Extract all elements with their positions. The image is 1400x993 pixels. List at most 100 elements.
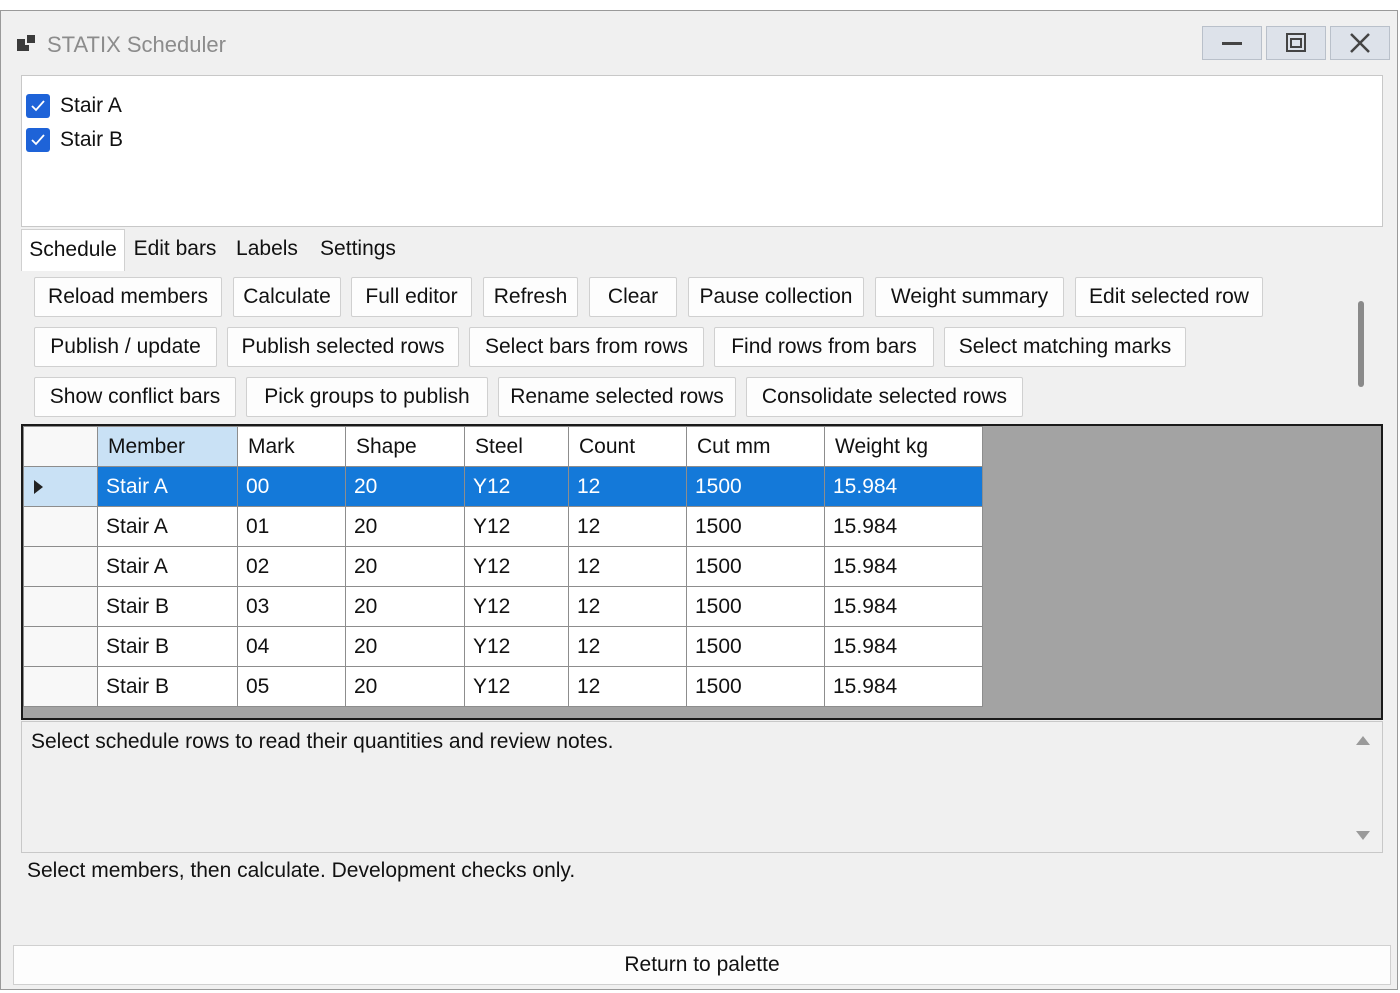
cell-mark[interactable]: 00 xyxy=(237,466,346,507)
cell-member[interactable]: Stair A xyxy=(97,506,238,547)
column-header-shape[interactable]: Shape xyxy=(345,426,465,467)
restore-button[interactable] xyxy=(1266,26,1326,60)
cell-mark[interactable]: 05 xyxy=(237,666,346,707)
cell-shape[interactable]: 20 xyxy=(345,466,465,507)
cell-mark[interactable]: 01 xyxy=(237,506,346,547)
close-button[interactable] xyxy=(1330,26,1390,60)
cell-cut-mm[interactable]: 1500 xyxy=(686,506,825,547)
column-header-member[interactable]: Member xyxy=(97,426,238,467)
cell-count[interactable]: 12 xyxy=(568,586,687,627)
cell-shape[interactable]: 20 xyxy=(345,506,465,547)
member-item-stair-b[interactable]: Stair B xyxy=(26,126,123,154)
table-row[interactable]: Stair A 02 20 Y12 12 1500 15.984 xyxy=(23,546,983,587)
find-rows-from-bars-button[interactable]: Find rows from bars xyxy=(714,327,934,367)
tab-settings[interactable]: Settings xyxy=(311,229,405,269)
cell-count[interactable]: 12 xyxy=(568,506,687,547)
show-conflict-bars-button[interactable]: Show conflict bars xyxy=(34,377,236,417)
grid-corner-cell[interactable] xyxy=(23,426,98,467)
cell-member[interactable]: Stair B xyxy=(97,626,238,667)
member-checkbox[interactable] xyxy=(26,94,50,118)
column-header-steel[interactable]: Steel xyxy=(464,426,569,467)
toolbar-scrollbar[interactable] xyxy=(1358,301,1364,387)
cell-mark[interactable]: 03 xyxy=(237,586,346,627)
cell-mark[interactable]: 02 xyxy=(237,546,346,587)
title-bar[interactable]: STATIX Scheduler xyxy=(1,11,1397,71)
row-header[interactable] xyxy=(23,626,98,667)
cell-weight-kg[interactable]: 15.984 xyxy=(824,666,983,707)
publish-update-button[interactable]: Publish / update xyxy=(34,327,217,367)
column-header-weight-kg[interactable]: Weight kg xyxy=(824,426,983,467)
cell-steel[interactable]: Y12 xyxy=(464,586,569,627)
pick-groups-to-publish-button[interactable]: Pick groups to publish xyxy=(246,377,488,417)
clear-button[interactable]: Clear xyxy=(589,277,677,317)
refresh-button[interactable]: Refresh xyxy=(483,277,578,317)
publish-selected-rows-button[interactable]: Publish selected rows xyxy=(227,327,459,367)
select-bars-from-rows-button[interactable]: Select bars from rows xyxy=(469,327,704,367)
weight-summary-button[interactable]: Weight summary xyxy=(875,277,1064,317)
table-row[interactable]: Stair A 00 20 Y12 12 1500 15.984 xyxy=(23,466,983,507)
cell-steel[interactable]: Y12 xyxy=(464,626,569,667)
cell-steel[interactable]: Y12 xyxy=(464,466,569,507)
minimize-icon xyxy=(1222,42,1242,45)
cell-cut-mm[interactable]: 1500 xyxy=(686,666,825,707)
cell-weight-kg[interactable]: 15.984 xyxy=(824,626,983,667)
cell-weight-kg[interactable]: 15.984 xyxy=(824,466,983,507)
schedule-grid[interactable]: Member Mark Shape Steel Count Cut mm Wei… xyxy=(21,424,1383,720)
cell-shape[interactable]: 20 xyxy=(345,626,465,667)
row-header[interactable] xyxy=(23,546,98,587)
table-row[interactable]: Stair B 05 20 Y12 12 1500 15.984 xyxy=(23,666,983,707)
calculate-button[interactable]: Calculate xyxy=(233,277,341,317)
cell-steel[interactable]: Y12 xyxy=(464,506,569,547)
cell-weight-kg[interactable]: 15.984 xyxy=(824,546,983,587)
pause-collection-button[interactable]: Pause collection xyxy=(688,277,864,317)
cell-weight-kg[interactable]: 15.984 xyxy=(824,586,983,627)
select-matching-marks-button[interactable]: Select matching marks xyxy=(944,327,1186,367)
cell-cut-mm[interactable]: 1500 xyxy=(686,586,825,627)
scroll-down-arrow-icon[interactable] xyxy=(1356,831,1370,840)
tab-schedule[interactable]: Schedule xyxy=(21,229,125,271)
row-header[interactable] xyxy=(23,586,98,627)
cell-member[interactable]: Stair B xyxy=(97,586,238,627)
cell-cut-mm[interactable]: 1500 xyxy=(686,626,825,667)
rename-selected-rows-button[interactable]: Rename selected rows xyxy=(498,377,736,417)
member-item-stair-a[interactable]: Stair A xyxy=(26,92,122,120)
consolidate-selected-rows-button[interactable]: Consolidate selected rows xyxy=(746,377,1023,417)
column-header-cut-mm[interactable]: Cut mm xyxy=(686,426,825,467)
tab-edit-bars[interactable]: Edit bars xyxy=(127,229,223,269)
cell-count[interactable]: 12 xyxy=(568,546,687,587)
cell-steel[interactable]: Y12 xyxy=(464,666,569,707)
column-header-mark[interactable]: Mark xyxy=(237,426,346,467)
full-editor-button[interactable]: Full editor xyxy=(351,277,472,317)
edit-selected-row-button[interactable]: Edit selected row xyxy=(1075,277,1263,317)
minimize-button[interactable] xyxy=(1202,26,1262,60)
table-row[interactable]: Stair B 04 20 Y12 12 1500 15.984 xyxy=(23,626,983,667)
cell-cut-mm[interactable]: 1500 xyxy=(686,466,825,507)
cell-mark[interactable]: 04 xyxy=(237,626,346,667)
row-header[interactable] xyxy=(23,466,98,507)
tab-labels[interactable]: Labels xyxy=(225,229,309,269)
member-list[interactable]: Stair A Stair B xyxy=(21,75,1383,227)
cell-shape[interactable]: 20 xyxy=(345,546,465,587)
notes-panel[interactable]: Select schedule rows to read their quant… xyxy=(21,721,1383,853)
cell-member[interactable]: Stair B xyxy=(97,666,238,707)
cell-member[interactable]: Stair A xyxy=(97,546,238,587)
table-row[interactable]: Stair B 03 20 Y12 12 1500 15.984 xyxy=(23,586,983,627)
cell-weight-kg[interactable]: 15.984 xyxy=(824,506,983,547)
row-header[interactable] xyxy=(23,666,98,707)
cell-cut-mm[interactable]: 1500 xyxy=(686,546,825,587)
cell-shape[interactable]: 20 xyxy=(345,666,465,707)
cell-member[interactable]: Stair A xyxy=(97,466,238,507)
cell-count[interactable]: 12 xyxy=(568,626,687,667)
return-to-palette-button[interactable]: Return to palette xyxy=(13,945,1391,985)
cell-count[interactable]: 12 xyxy=(568,466,687,507)
member-label: Stair A xyxy=(60,94,122,117)
column-header-count[interactable]: Count xyxy=(568,426,687,467)
scroll-up-arrow-icon[interactable] xyxy=(1356,736,1370,745)
table-row[interactable]: Stair A 01 20 Y12 12 1500 15.984 xyxy=(23,506,983,547)
member-checkbox[interactable] xyxy=(26,128,50,152)
cell-steel[interactable]: Y12 xyxy=(464,546,569,587)
cell-count[interactable]: 12 xyxy=(568,666,687,707)
reload-members-button[interactable]: Reload members xyxy=(34,277,222,317)
cell-shape[interactable]: 20 xyxy=(345,586,465,627)
row-header[interactable] xyxy=(23,506,98,547)
